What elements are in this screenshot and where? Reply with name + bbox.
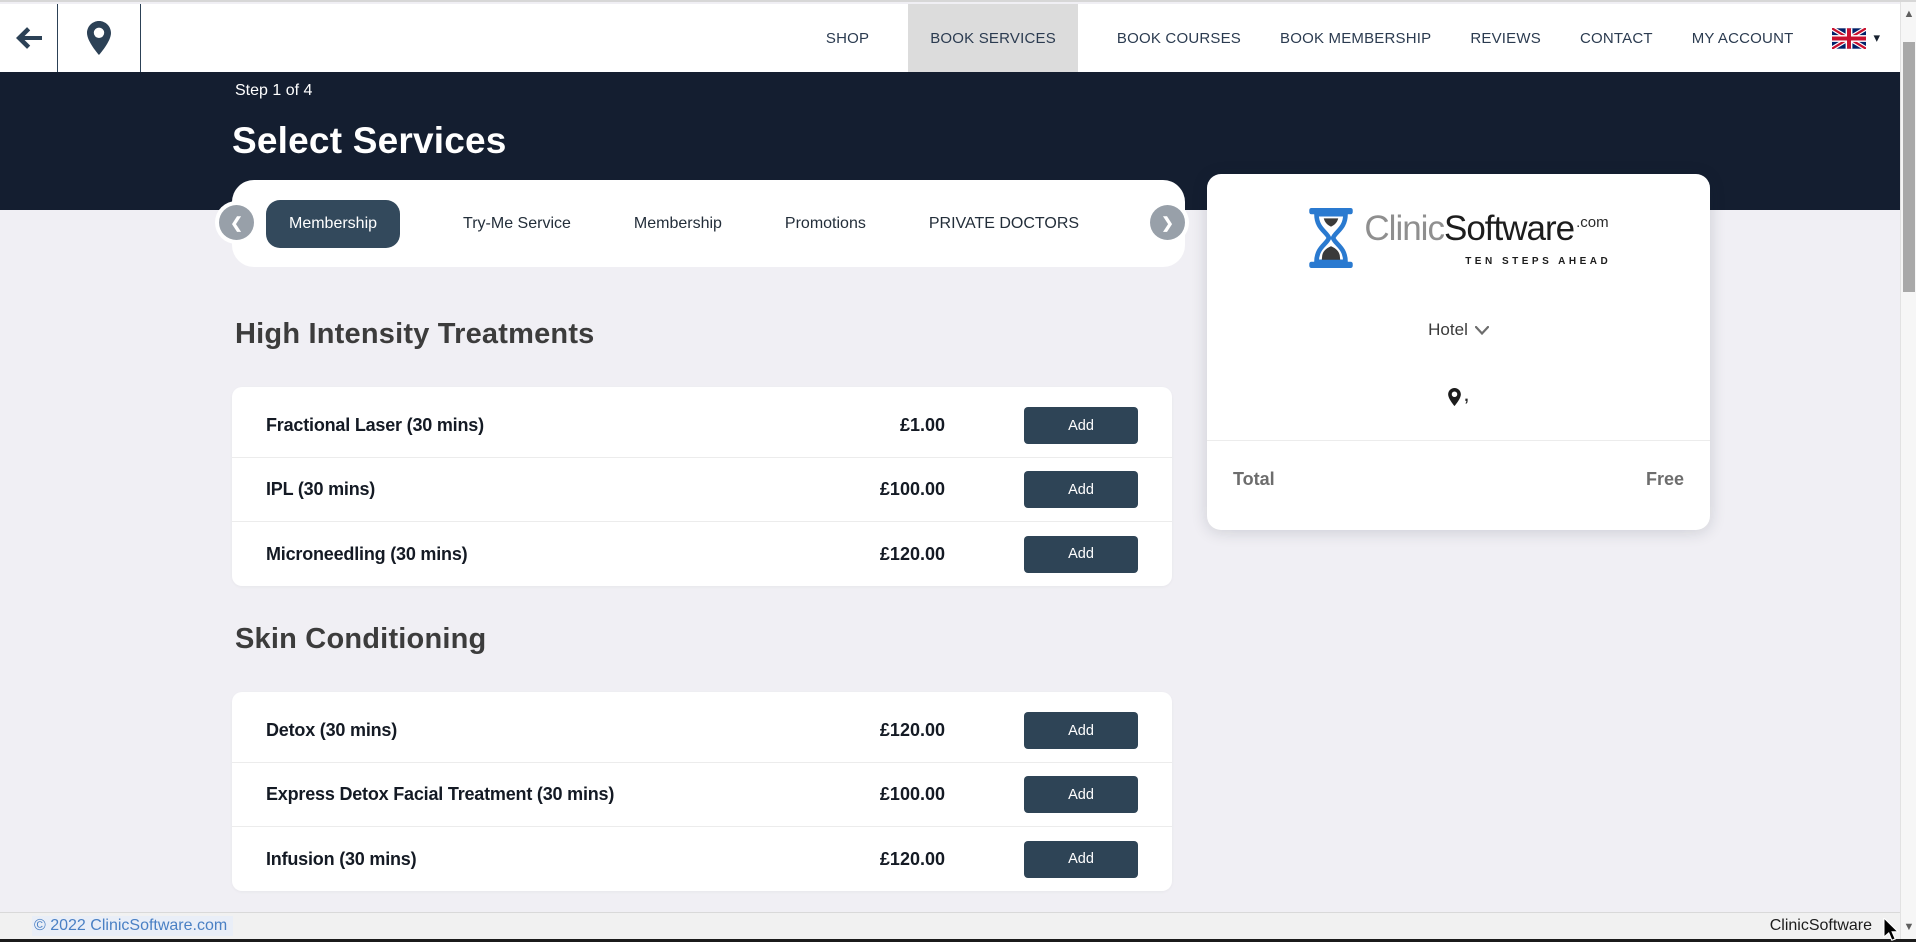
vertical-scrollbar[interactable]: ▲ ▼ (1900, 2, 1916, 939)
page-title: Select Services (232, 120, 507, 162)
category-tabs-bar: Membership Try-Me Service Membership Promot… (232, 180, 1185, 267)
scrollbar-thumb[interactable] (1903, 42, 1915, 292)
nav-menu: SHOP BOOK SERVICES BOOK COURSES BOOK MEMBER… (826, 4, 1794, 72)
footer-brand: ClinicSoftware (1770, 917, 1872, 935)
service-price: £100.00 (805, 479, 945, 500)
language-caret-icon: ▾ (1873, 30, 1880, 46)
service-row-microneedling-30-mins-: Microneedling (30 mins)£120.00 Add (232, 522, 1172, 586)
nav-item-contact[interactable]: CONTACT (1580, 4, 1653, 72)
location-button[interactable] (58, 4, 141, 72)
tab-try-me-service[interactable]: Try-Me Service (463, 215, 571, 233)
service-name: Detox (30 mins) (266, 720, 805, 741)
service-name: IPL (30 mins) (266, 479, 805, 500)
add-service-button[interactable]: Add (1024, 776, 1138, 813)
footer-copyright-link[interactable]: © 2022 ClinicSoftware.com (32, 916, 233, 936)
service-price: £120.00 (805, 849, 945, 870)
service-card: Detox (30 mins)£120.00AddExpress Detox F… (232, 692, 1172, 891)
footer: © 2022 ClinicSoftware.com ClinicSoftware (0, 912, 1916, 939)
nav-item-book-services[interactable]: BOOK SERVICES (908, 4, 1078, 72)
brand-tagline: TEN STEPS AHEAD (1457, 256, 1608, 267)
service-price: £120.00 (805, 720, 945, 741)
service-row-detox-30-mins-: Detox (30 mins)£120.00 Add (232, 699, 1172, 763)
service-row-fractional-laser-30-mins-: Fractional Laser (30 mins)£1.00 Add (232, 394, 1172, 458)
mouse-cursor (1882, 918, 1900, 942)
service-name: Express Detox Facial Treatment (30 mins) (266, 784, 805, 805)
tab-private-doctors[interactable]: PRIVATE DOCTORS (929, 215, 1079, 233)
scroll-down-arrow[interactable]: ▼ (1901, 919, 1916, 935)
scroll-up-arrow[interactable]: ▲ (1901, 6, 1916, 22)
tab-membership[interactable]: Membership (266, 200, 400, 248)
cart-total-row: Total Free (1207, 469, 1710, 490)
cart-divider (1207, 440, 1710, 441)
nav-item-my-account[interactable]: MY ACCOUNT (1692, 4, 1794, 72)
chevron-left-icon: ❮ (230, 214, 243, 232)
service-name: Microneedling (30 mins) (266, 544, 805, 565)
location-dropdown[interactable]: Hotel (1428, 320, 1489, 340)
tab-membership[interactable]: Membership (634, 215, 722, 233)
tab-promotions[interactable]: Promotions (785, 215, 866, 233)
category-tabs: Membership Try-Me Service Membership Promot… (266, 200, 1079, 248)
clinicsoftware-logo: ClinicSoftware.com TEN STEPS AHEAD (1308, 208, 1608, 268)
chevron-down-icon (1475, 326, 1489, 335)
services-main: High Intensity Treatments Fractional Lase… (232, 317, 1172, 891)
step-indicator: Step 1 of 4 (235, 82, 312, 100)
service-name: Fractional Laser (30 mins) (266, 415, 805, 436)
address-pin-icon (1448, 388, 1461, 406)
clinic-address: , (1448, 388, 1468, 406)
add-service-button[interactable]: Add (1024, 407, 1138, 444)
top-navbar: SHOP BOOK SERVICES BOOK COURSES BOOK MEMBER… (0, 4, 1916, 72)
service-row-ipl-30-mins-: IPL (30 mins)£100.00 Add (232, 458, 1172, 522)
arrow-left-icon (16, 27, 42, 49)
back-button[interactable] (0, 4, 58, 72)
section-title-high-intensity-treatments: High Intensity Treatments (235, 317, 1172, 351)
nav-item-book-membership[interactable]: BOOK MEMBERSHIP (1280, 4, 1431, 72)
location-pin-icon (87, 21, 111, 55)
service-price: £1.00 (805, 415, 945, 436)
add-service-button[interactable]: Add (1024, 536, 1138, 573)
service-price: £100.00 (805, 784, 945, 805)
address-text: , (1464, 388, 1468, 406)
carousel-next-button[interactable]: ❯ (1150, 205, 1185, 240)
chevron-right-icon: ❯ (1161, 214, 1174, 232)
nav-item-reviews[interactable]: REVIEWS (1470, 4, 1541, 72)
service-name: Infusion (30 mins) (266, 849, 805, 870)
location-name: Hotel (1428, 320, 1468, 340)
brand-wordmark: ClinicSoftware.com (1364, 210, 1608, 255)
service-card: Fractional Laser (30 mins)£1.00AddIPL (3… (232, 387, 1172, 586)
nav-item-shop[interactable]: SHOP (826, 4, 869, 72)
hourglass-logo-icon (1308, 208, 1354, 268)
service-row-infusion-30-mins-: Infusion (30 mins)£120.00 Add (232, 827, 1172, 891)
nav-item-book-courses[interactable]: BOOK COURSES (1117, 4, 1241, 72)
add-service-button[interactable]: Add (1024, 712, 1138, 749)
carousel-prev-button[interactable]: ❮ (219, 205, 254, 240)
service-price: £120.00 (805, 544, 945, 565)
section-title-skin-conditioning: Skin Conditioning (235, 622, 1172, 656)
total-label: Total (1233, 469, 1275, 490)
uk-flag-icon (1832, 28, 1866, 49)
language-selector[interactable]: ▾ (1832, 28, 1880, 49)
total-value: Free (1646, 469, 1684, 490)
add-service-button[interactable]: Add (1024, 471, 1138, 508)
service-row-express-detox-facial-treatment-30-mins-: Express Detox Facial Treatment (30 mins)… (232, 763, 1172, 827)
booking-summary-card: ClinicSoftware.com TEN STEPS AHEAD Hotel… (1207, 174, 1710, 530)
add-service-button[interactable]: Add (1024, 841, 1138, 878)
